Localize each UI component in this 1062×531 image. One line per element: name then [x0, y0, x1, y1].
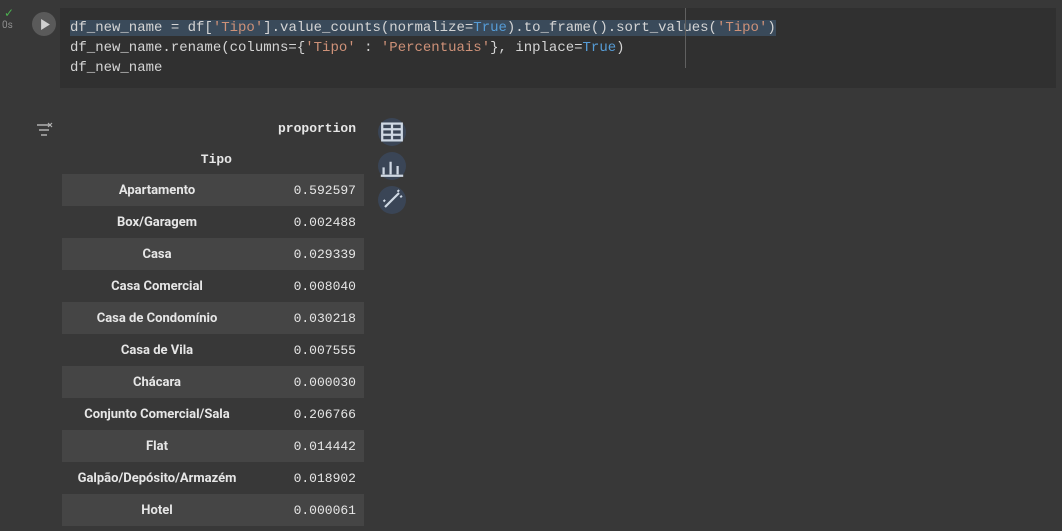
row-index-label: Casa de Vila	[62, 343, 262, 358]
table-row: Casa0.029339	[62, 238, 364, 270]
row-value: 0.002488	[262, 215, 364, 230]
code-keyword: True	[473, 20, 507, 36]
output-toggle-button[interactable]	[34, 120, 54, 140]
table-row: Conjunto Comercial/Sala0.206766	[62, 398, 364, 430]
row-index-label: Hotel	[62, 503, 262, 518]
row-value: 0.206766	[262, 407, 364, 422]
row-value: 0.029339	[262, 247, 364, 262]
code-text: ].value_counts(normalize=	[263, 20, 473, 36]
row-value: 0.592597	[262, 183, 364, 198]
row-index-label: Casa Comercial	[62, 279, 262, 294]
row-value: 0.030218	[262, 311, 364, 326]
dataframe-output: proportion Tipo Apartamento0.592597Box/G…	[62, 112, 422, 526]
row-index-label: Flat	[62, 439, 262, 454]
row-index-label: Galpão/Depósito/Armazém	[62, 471, 262, 486]
row-index-label: Box/Garagem	[62, 215, 262, 230]
play-icon	[40, 19, 51, 30]
code-string: 'Tipo'	[305, 40, 355, 56]
row-index-label: Conjunto Comercial/Sala	[62, 407, 262, 422]
code-cell[interactable]: df_new_name = df['Tipo'].value_counts(no…	[60, 8, 1056, 88]
table-row: Box/Garagem0.002488	[62, 206, 364, 238]
table-row: Casa Comercial0.008040	[62, 270, 364, 302]
code-keyword: True	[583, 40, 617, 56]
code-string: 'Percentuais'	[381, 40, 490, 56]
row-value: 0.018902	[262, 471, 364, 486]
code-text: )	[767, 20, 775, 36]
row-value: 0.007555	[262, 343, 364, 358]
code-text: }, inplace=	[490, 40, 582, 56]
dataframe-index-name-row: Tipo	[62, 144, 364, 174]
row-value: 0.000030	[262, 375, 364, 390]
code-text: )	[616, 40, 624, 56]
index-name-label: Tipo	[62, 152, 262, 167]
table-row: Flat0.014442	[62, 430, 364, 462]
table-icon	[378, 118, 406, 146]
table-row: Galpão/Depósito/Armazém0.018902	[62, 462, 364, 494]
cell-gutter: ✓ 0s	[0, 0, 56, 531]
column-header: proportion	[262, 121, 364, 136]
cursor-caret	[685, 8, 686, 68]
table-row: Hotel0.000061	[62, 494, 364, 526]
row-value: 0.000061	[262, 503, 364, 518]
exec-time-label: 0s	[2, 20, 13, 31]
row-index-label: Casa de Condomínio	[62, 311, 262, 326]
view-as-table-button[interactable]	[378, 118, 406, 146]
magic-wand-icon	[378, 186, 406, 214]
code-text: df_new_name = df[	[70, 20, 213, 36]
row-index-label: Chácara	[62, 375, 262, 390]
table-row: Casa de Vila0.007555	[62, 334, 364, 366]
dataframe-table: proportion Tipo Apartamento0.592597Box/G…	[62, 112, 364, 526]
code-string: 'Tipo'	[213, 20, 263, 36]
row-index-label: Apartamento	[62, 183, 262, 198]
filter-variable-icon	[34, 120, 54, 140]
row-index-label: Casa	[62, 247, 262, 262]
table-row: Apartamento0.592597	[62, 174, 364, 206]
view-as-chart-button[interactable]	[378, 152, 406, 180]
row-value: 0.008040	[262, 279, 364, 294]
table-row: Casa de Condomínio0.030218	[62, 302, 364, 334]
run-cell-button[interactable]	[32, 12, 56, 36]
code-text: df_new_name	[70, 60, 162, 76]
output-action-icons	[378, 118, 408, 214]
code-text: df_new_name.rename(columns={	[70, 40, 305, 56]
row-value: 0.014442	[262, 439, 364, 454]
dataframe-header-row: proportion	[62, 112, 364, 144]
bar-chart-icon	[378, 152, 406, 180]
table-row: Chácara0.000030	[62, 366, 364, 398]
code-string: 'Tipo'	[717, 20, 767, 36]
code-text: :	[356, 40, 381, 56]
status-check-icon: ✓	[4, 6, 14, 20]
suggest-charts-button[interactable]	[378, 186, 406, 214]
